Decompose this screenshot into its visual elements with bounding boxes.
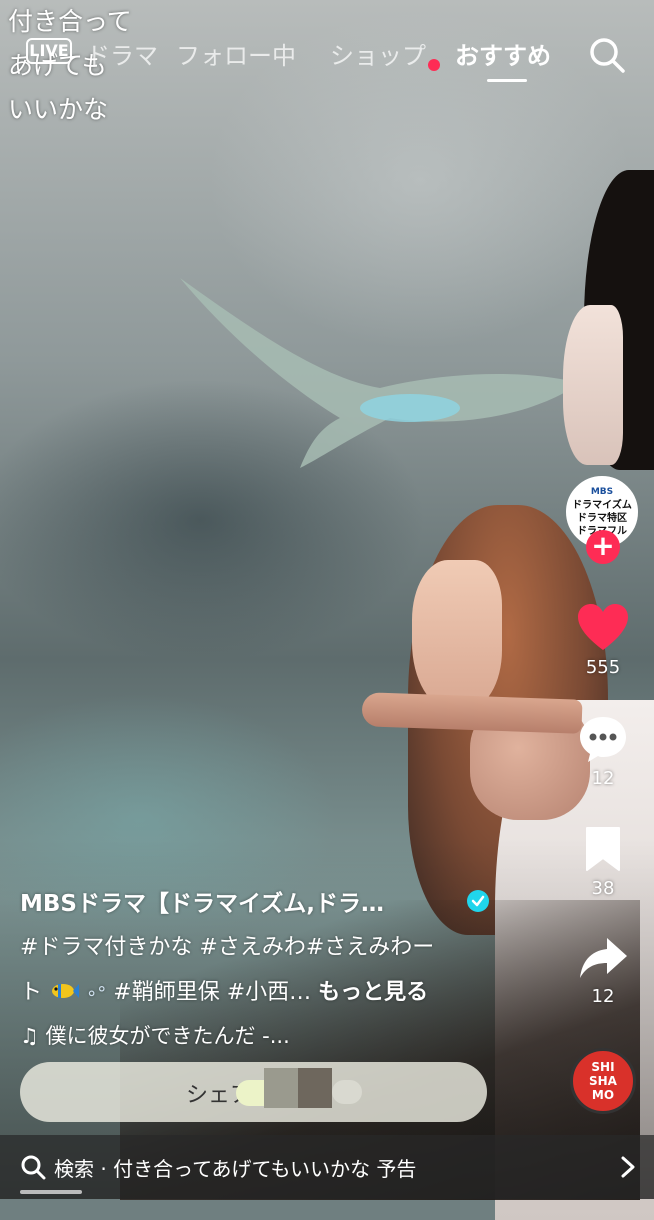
description-text: ト (20, 980, 43, 1005)
music-title[interactable]: ♫ 僕に彼女ができたんだ -... (20, 1020, 290, 1050)
author-name[interactable]: MBSドラマ【ドラマイズム,ドラ… (20, 884, 384, 918)
description-line[interactable]: #ドラマ付きかな #さえみわ#さえみわー (20, 929, 434, 961)
comment-button[interactable]: 12 (570, 714, 636, 789)
bottom-search-bar[interactable]: 検索 · 付き合ってあげてもいいかな 予告 (0, 1135, 654, 1199)
active-tab-indicator (487, 79, 527, 82)
search-icon[interactable] (588, 36, 626, 74)
tab-drama[interactable]: ドラマ (86, 36, 158, 71)
share-button[interactable]: 12 (570, 934, 636, 1007)
shop-notification-dot (428, 59, 440, 71)
save-count: 38 (591, 878, 615, 899)
music-disc[interactable]: SHI SHA MO (570, 1048, 636, 1114)
disc-text: SHI (591, 1060, 615, 1074)
overlay-line: いいかな (8, 95, 109, 124)
blurred-area (264, 1068, 298, 1108)
search-icon (21, 1155, 46, 1180)
share-bar[interactable]: シェア (20, 1062, 487, 1122)
avatar-text: ドラマイズム (572, 500, 632, 511)
description-line[interactable]: ト ∘° #鞘師里保 #小西… もっと見る (20, 974, 428, 1006)
tab-shop[interactable]: ショップ (330, 36, 426, 71)
bottom-search-text: 検索 · 付き合ってあげてもいいかな 予告 (54, 1157, 417, 1181)
woman-face (412, 560, 502, 710)
avatar-text: MBS (590, 487, 614, 497)
verified-badge-icon (467, 890, 489, 912)
save-button[interactable]: 38 (570, 826, 636, 899)
like-count: 555 (585, 657, 621, 678)
live-button[interactable]: LIVE (26, 38, 72, 64)
blurred-area (332, 1080, 362, 1104)
follow-button[interactable]: + (586, 530, 620, 564)
bookmark-icon (586, 827, 620, 871)
disc-text: MO (591, 1088, 615, 1102)
tab-following[interactable]: フォロー中 (176, 36, 296, 71)
like-button[interactable]: 555 (570, 603, 636, 678)
bubbles-emoji-icon: ∘° (86, 983, 107, 1004)
blurred-area (298, 1068, 332, 1108)
description-text: #鞘師里保 #小西… (113, 980, 319, 1005)
comment-icon (580, 717, 626, 762)
disc-text: SHA (589, 1074, 617, 1088)
share-arrow-icon (580, 938, 627, 978)
share-count: 12 (591, 986, 615, 1007)
top-nav: LIVE ドラマ フォロー中 ショップ おすすめ (0, 28, 654, 82)
man-face (563, 305, 623, 465)
shark-shape (180, 278, 580, 468)
avatar-text: ドラマ特区 (577, 513, 627, 524)
chevron-right-icon (621, 1156, 635, 1178)
tab-for-you[interactable]: おすすめ (455, 36, 551, 71)
see-more-link[interactable]: もっと見る (318, 980, 428, 1005)
comment-count: 12 (591, 768, 615, 789)
fish-emoji-icon (52, 984, 80, 998)
heart-icon (578, 604, 628, 650)
video-progress-bar[interactable] (20, 1190, 82, 1194)
